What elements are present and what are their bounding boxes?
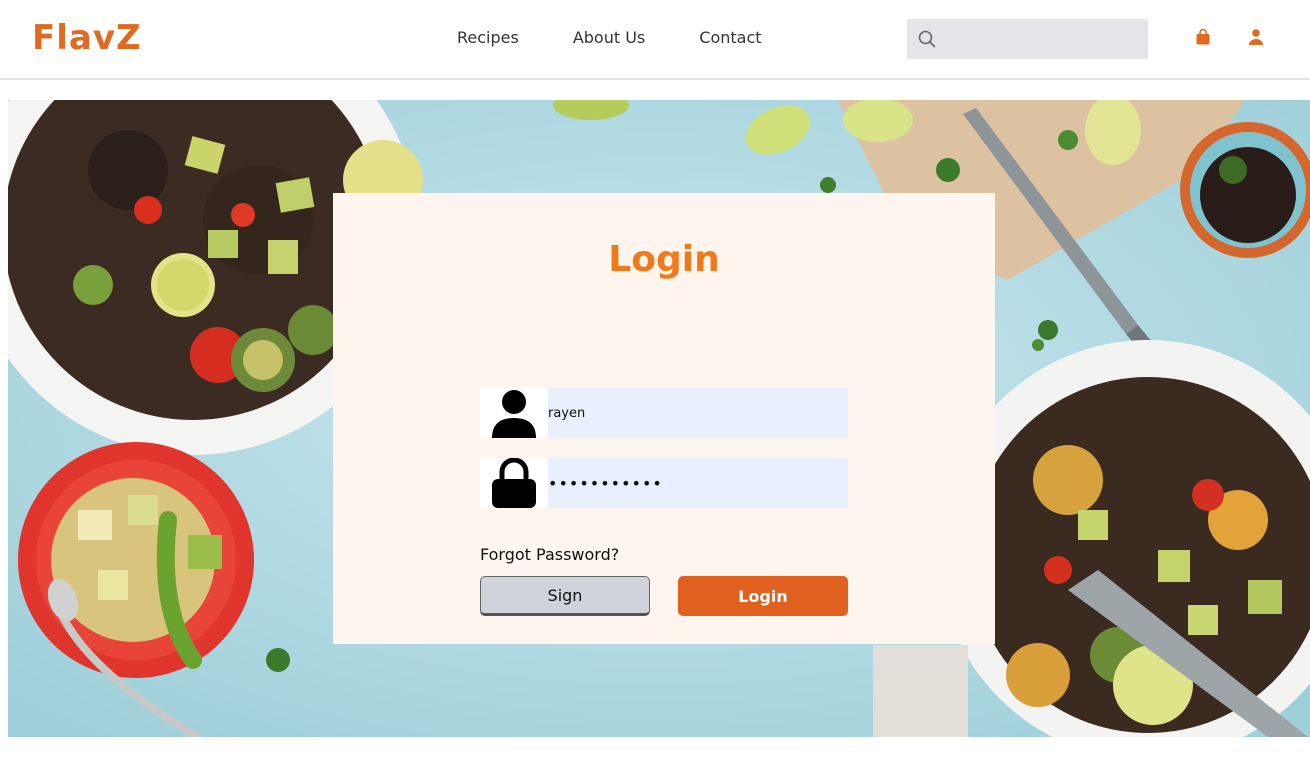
top-navbar: FlavZ Recipes About Us Contact bbox=[0, 0, 1310, 80]
search-box[interactable] bbox=[907, 19, 1148, 59]
sign-button[interactable]: Sign bbox=[480, 576, 650, 616]
password-field[interactable] bbox=[480, 458, 848, 508]
shopping-bag-icon[interactable] bbox=[1196, 28, 1210, 49]
username-input[interactable] bbox=[548, 388, 848, 438]
login-title: Login bbox=[608, 239, 720, 280]
lock-icon bbox=[480, 458, 548, 508]
username-field[interactable] bbox=[480, 388, 848, 438]
nav-link-recipes[interactable]: Recipes bbox=[457, 28, 519, 47]
nav-link-contact[interactable]: Contact bbox=[699, 28, 761, 47]
hero-food-background: Login Forgot Password? Sign Login bbox=[8, 100, 1310, 737]
nav-link-about-us[interactable]: About Us bbox=[573, 28, 645, 47]
search-input[interactable] bbox=[943, 19, 1143, 59]
main-nav: Recipes About Us Contact bbox=[457, 28, 816, 47]
brand-logo[interactable]: FlavZ bbox=[32, 18, 142, 58]
login-card: Login Forgot Password? Sign Login bbox=[333, 193, 995, 644]
login-button[interactable]: Login bbox=[678, 576, 848, 616]
user-icon[interactable] bbox=[1249, 29, 1263, 49]
search-icon bbox=[918, 30, 936, 52]
user-icon bbox=[480, 388, 548, 438]
forgot-password-link[interactable]: Forgot Password? bbox=[480, 545, 619, 564]
password-input[interactable] bbox=[548, 458, 848, 508]
